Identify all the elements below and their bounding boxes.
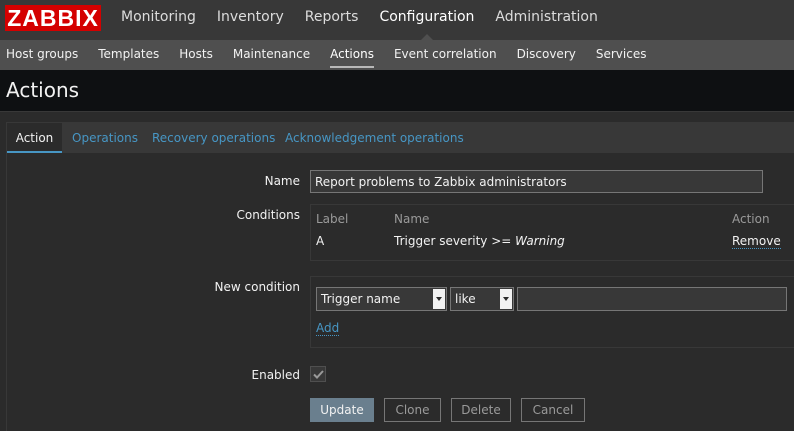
chevron-down-icon bbox=[500, 289, 512, 309]
remove-condition-link[interactable]: Remove bbox=[732, 234, 781, 249]
new-condition-box: Trigger name like Add bbox=[310, 276, 794, 348]
condition-name-prefix: Trigger severity >= bbox=[394, 234, 516, 248]
conditions-table: Label Name Action A Trigger severity >= … bbox=[310, 204, 794, 261]
menu-reports[interactable]: Reports bbox=[305, 0, 359, 40]
condition-type-value: Trigger name bbox=[321, 292, 401, 306]
menu-inventory[interactable]: Inventory bbox=[217, 0, 284, 40]
submenu-templates[interactable]: Templates bbox=[98, 40, 159, 68]
configuration-submenu: Host groups Templates Hosts Maintenance … bbox=[6, 40, 666, 68]
conditions-header-label: Label bbox=[316, 212, 349, 226]
submenu-actions[interactable]: Actions bbox=[330, 40, 374, 68]
submenu-discovery[interactable]: Discovery bbox=[517, 40, 576, 68]
form-tabs: Action Operations Recovery operations Ac… bbox=[7, 123, 794, 153]
submenu-event-correlation[interactable]: Event correlation bbox=[394, 40, 497, 68]
condition-row-name: Trigger severity >= Warning bbox=[394, 234, 565, 248]
action-tab-body: Name Conditions Label Name Action A Trig… bbox=[7, 153, 794, 431]
chevron-down-icon bbox=[433, 289, 445, 309]
add-condition-link[interactable]: Add bbox=[316, 321, 340, 336]
submenu-host-groups[interactable]: Host groups bbox=[6, 40, 78, 68]
menu-configuration-label: Configuration bbox=[379, 9, 475, 25]
condition-value-input[interactable] bbox=[517, 287, 787, 311]
condition-operator-select[interactable]: like bbox=[450, 287, 514, 311]
main-menu: Monitoring Inventory Reports Configurati… bbox=[121, 0, 619, 41]
enabled-checkbox[interactable] bbox=[310, 366, 326, 382]
action-form-container: Action Operations Recovery operations Ac… bbox=[6, 122, 794, 431]
tab-action[interactable]: Action bbox=[7, 123, 62, 153]
name-label: Name bbox=[264, 174, 300, 188]
new-condition-label: New condition bbox=[214, 280, 300, 294]
delete-button[interactable]: Delete bbox=[451, 398, 511, 422]
submenu-services[interactable]: Services bbox=[596, 40, 647, 68]
tab-recovery-operations[interactable]: Recovery operations bbox=[152, 123, 275, 153]
condition-name-value: Warning bbox=[515, 234, 565, 248]
submenu-hosts[interactable]: Hosts bbox=[179, 40, 213, 68]
conditions-header-action: Action bbox=[732, 212, 770, 226]
condition-operator-value: like bbox=[455, 292, 476, 306]
zabbix-logo[interactable]: ZABBIX bbox=[5, 5, 101, 31]
tab-operations[interactable]: Operations bbox=[72, 123, 138, 153]
tab-acknowledgement-operations[interactable]: Acknowledgement operations bbox=[285, 123, 464, 153]
page-title: Actions bbox=[6, 78, 80, 102]
menu-configuration[interactable]: Configuration bbox=[379, 0, 475, 41]
name-input[interactable] bbox=[310, 170, 763, 193]
conditions-label: Conditions bbox=[236, 208, 300, 222]
condition-row-label: A bbox=[316, 234, 325, 248]
submenu-maintenance[interactable]: Maintenance bbox=[233, 40, 310, 68]
checkmark-icon bbox=[313, 370, 324, 379]
menu-administration[interactable]: Administration bbox=[495, 0, 597, 40]
enabled-label: Enabled bbox=[251, 368, 301, 382]
page-header: Actions bbox=[0, 70, 794, 112]
sub-navigation-bar: Host groups Templates Hosts Maintenance … bbox=[0, 40, 794, 70]
clone-button[interactable]: Clone bbox=[384, 398, 441, 422]
condition-type-select[interactable]: Trigger name bbox=[316, 287, 447, 311]
cancel-button[interactable]: Cancel bbox=[521, 398, 585, 422]
conditions-header-name: Name bbox=[394, 212, 430, 226]
top-navigation-bar: ZABBIX Monitoring Inventory Reports Conf… bbox=[0, 0, 794, 41]
menu-monitoring[interactable]: Monitoring bbox=[121, 0, 196, 40]
update-button[interactable]: Update bbox=[310, 398, 374, 422]
